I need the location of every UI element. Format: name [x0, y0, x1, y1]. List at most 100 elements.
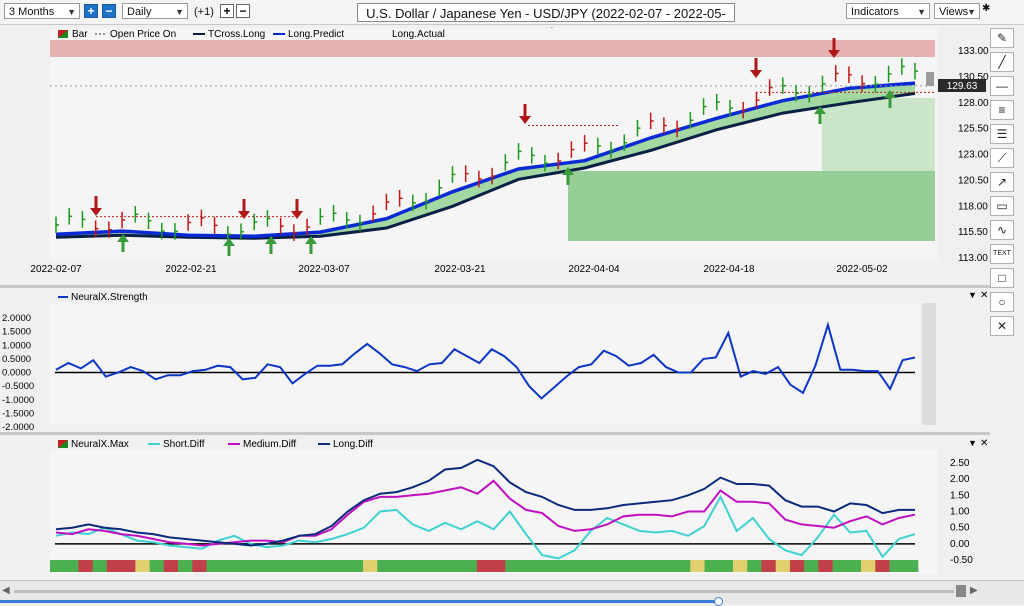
diff-pane [50, 450, 938, 574]
horizontal-scrollbar[interactable]: ◀ ▶ [0, 580, 1024, 606]
rectangle-icon[interactable]: □ [990, 268, 1014, 288]
neuralx-max-cell [633, 560, 648, 572]
diff-tick-label: 1.50 [950, 490, 970, 501]
neuralx-max-cell [562, 560, 577, 572]
neuralx-max-cell [576, 560, 592, 572]
neuralx-max-cell [434, 560, 449, 572]
text-tool-icon[interactable]: TEXT [990, 244, 1014, 264]
strength-tick-label: 1.0000 [2, 340, 31, 351]
neuralx-max-cell [419, 560, 435, 572]
diff-tick-label: 0.50 [950, 523, 970, 534]
diff-collapse-icon[interactable]: ▼ [968, 438, 977, 448]
neuralx-max-cell [106, 560, 122, 572]
price-tick-label: 118.00 [958, 201, 988, 212]
medium-legend-label: Medium.Diff [243, 439, 296, 450]
max-legend-label: NeuralX.Max [71, 439, 129, 450]
neuralx-max-cell [234, 560, 250, 572]
price-tick-label: 133.00 [958, 46, 989, 57]
neuralx-max-cell [249, 560, 264, 572]
neuralx-max-cell [391, 560, 407, 572]
long-legend-label: Long.Diff [333, 439, 373, 450]
neuralx-max-cell [135, 560, 150, 572]
date-tick-label: 2022-03-07 [298, 264, 350, 275]
close-icon[interactable]: ✕ [990, 316, 1014, 336]
price-tick-label: 123.00 [958, 150, 989, 161]
diff-legend: NeuralX.Max Short.Diff Medium.Diff Long.… [58, 439, 373, 450]
ray-2-icon[interactable]: ↗ [990, 172, 1014, 192]
diff-tick-label: 1.00 [950, 507, 970, 518]
price-tick-label: 120.50 [958, 175, 989, 186]
neuralx-max-cell [747, 560, 762, 572]
price-tick-label: 113.00 [958, 253, 988, 264]
neuralx-max-cell [163, 560, 179, 572]
neuralx-max-cell [661, 560, 677, 572]
pencil-icon[interactable]: ✎ [990, 28, 1014, 48]
strength-scrollbar[interactable] [922, 303, 936, 425]
neuralx-max-cell [64, 560, 79, 572]
support-zone-light [822, 98, 935, 171]
neuralx-max-cell [320, 560, 335, 572]
neuralx-max-cell [690, 560, 705, 572]
strength-collapse-icon[interactable]: ▼ [968, 290, 977, 300]
neuralx-max-cell [704, 560, 720, 572]
scroll-track[interactable] [14, 590, 954, 593]
neuralx-max-cell [647, 560, 663, 572]
neuralx-max-cell [306, 560, 321, 572]
fibonacci-icon[interactable]: ☰ [990, 124, 1014, 144]
date-tick-label: 2022-03-21 [434, 264, 486, 275]
price-tag: 129.63 [938, 79, 986, 92]
neuralx-max-cell [206, 560, 222, 572]
strength-close-icon[interactable]: ✕ [980, 290, 988, 301]
neuralx-max-cell [832, 560, 848, 572]
date-tick-label: 2022-02-21 [165, 264, 217, 275]
neuralx-max-cell [448, 560, 463, 572]
neuralx-max-cell [121, 560, 136, 572]
neuralx-max-cell [491, 560, 506, 572]
support-zone [568, 171, 935, 241]
last-price-label: 129.63 [947, 81, 978, 92]
price-tick-label: 125.50 [958, 124, 989, 135]
strength-tick-label: -2.0000 [2, 422, 34, 433]
channel-icon[interactable]: ≡ [990, 100, 1014, 120]
date-tick-label: 2022-04-04 [568, 264, 620, 275]
price-tick-label: 128.00 [958, 98, 989, 109]
ellipse-icon[interactable]: ○ [990, 292, 1014, 312]
strength-tick-label: 0.5000 [2, 354, 31, 365]
diff-close-icon[interactable]: ✕ [980, 438, 988, 449]
neuralx-max-cell [277, 560, 293, 572]
resistance-zone [50, 40, 935, 57]
scroll-thumb[interactable] [956, 585, 966, 597]
scroll-right-icon[interactable]: ▶ [970, 585, 978, 596]
neuralx-max-cell [178, 560, 193, 572]
wave-icon[interactable]: ∿ [990, 220, 1014, 240]
date-tick-label: 2022-04-18 [703, 264, 755, 275]
neuralx-max-cell [590, 560, 606, 572]
neuralx-max-cell [78, 560, 93, 572]
neuralx-max-cell [363, 560, 378, 572]
neuralx-max-cell [519, 560, 535, 572]
neuralx-max-cell [789, 560, 805, 572]
pane-splitter-2[interactable] [0, 432, 990, 435]
neuralx-max-cell [476, 560, 492, 572]
neuralx-max-cell [192, 560, 207, 572]
strength-tick-label: -1.0000 [2, 395, 34, 406]
long-predict-legend-label: Long.Predict [288, 29, 344, 40]
price-tick-label: 115.50 [958, 227, 988, 238]
neuralx-max-cell [903, 560, 919, 572]
neuralx-max-cell [377, 560, 392, 572]
horizontal-line-icon[interactable]: — [990, 76, 1014, 96]
neuralx-max-cell [263, 560, 278, 572]
neuralx-max-cell [676, 560, 691, 572]
scroll-left-icon[interactable]: ◀ [2, 585, 10, 596]
note-icon[interactable]: ▭ [990, 196, 1014, 216]
ray-icon[interactable]: ⟋ [990, 148, 1014, 168]
neuralx-max-cell [761, 560, 777, 572]
neuralx-max-cell [220, 560, 236, 572]
short-legend-label: Short.Diff [163, 439, 205, 450]
progress-handle[interactable] [714, 597, 723, 606]
neuralx-max-cell [818, 560, 833, 572]
line-icon[interactable]: ╱ [990, 52, 1014, 72]
neuralx-max-cell [733, 560, 748, 572]
price-scroll-thumb [926, 72, 934, 86]
pane-splitter[interactable] [0, 285, 990, 288]
